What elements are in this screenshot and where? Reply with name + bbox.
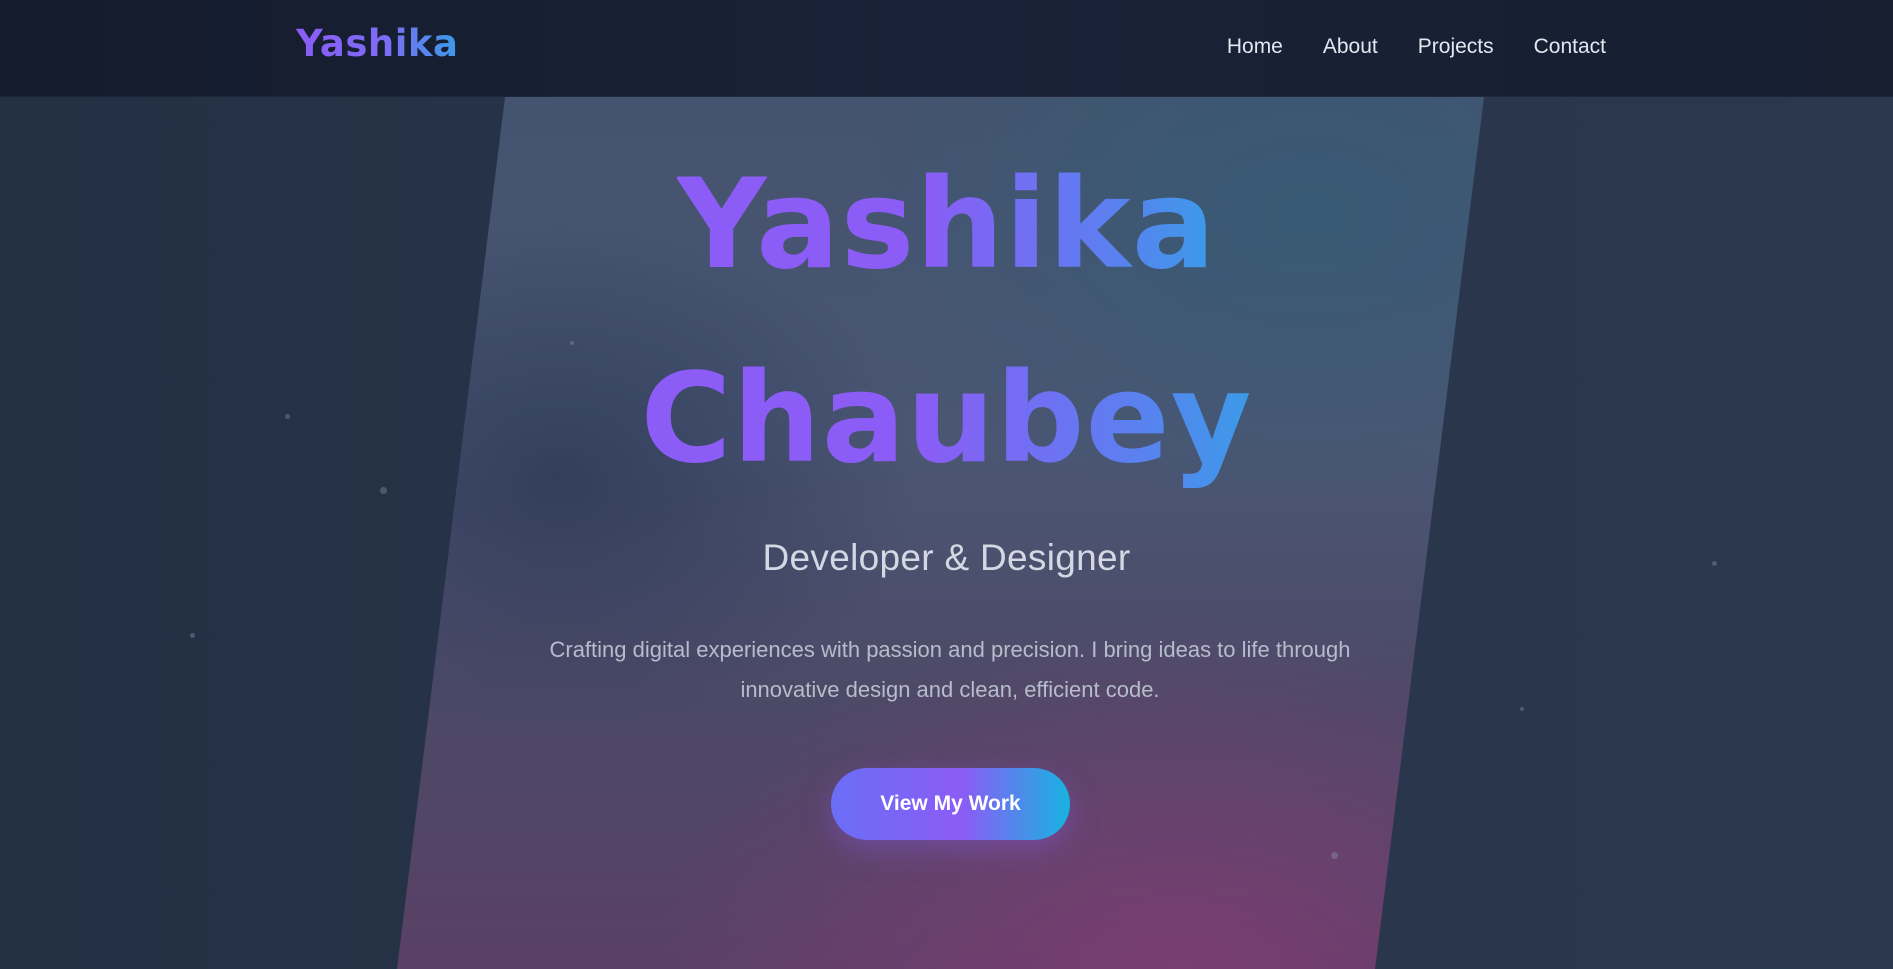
- nav-links: Home About Projects Contact: [1227, 35, 1606, 59]
- particle-dot: [380, 487, 387, 494]
- hero-subtitle: Developer & Designer: [762, 537, 1131, 578]
- hero-title-last-name: Chaubey: [0, 357, 1893, 481]
- site-logo[interactable]: Yashika: [296, 22, 458, 65]
- nav-link-home[interactable]: Home: [1227, 35, 1283, 59]
- hero-title-first-name: Yashika: [0, 163, 1893, 287]
- nav-link-projects[interactable]: Projects: [1418, 35, 1494, 59]
- page: Yashika Home About Projects Contact Yash…: [0, 0, 1893, 969]
- navbar: Yashika Home About Projects Contact: [0, 0, 1893, 97]
- particle-dot: [570, 341, 574, 345]
- nav-link-about[interactable]: About: [1323, 35, 1378, 59]
- particle-dot: [1520, 707, 1524, 711]
- hero-description: Crafting digital experiences with passio…: [549, 637, 1351, 702]
- hero-title-last-name-text: Chaubey: [640, 347, 1253, 491]
- particle-dot: [190, 633, 195, 638]
- particle-dot: [1331, 852, 1338, 859]
- hero-title-first-name-text: Yashika: [676, 153, 1217, 297]
- view-my-work-button[interactable]: View My Work: [831, 768, 1070, 840]
- nav-link-contact[interactable]: Contact: [1534, 35, 1606, 59]
